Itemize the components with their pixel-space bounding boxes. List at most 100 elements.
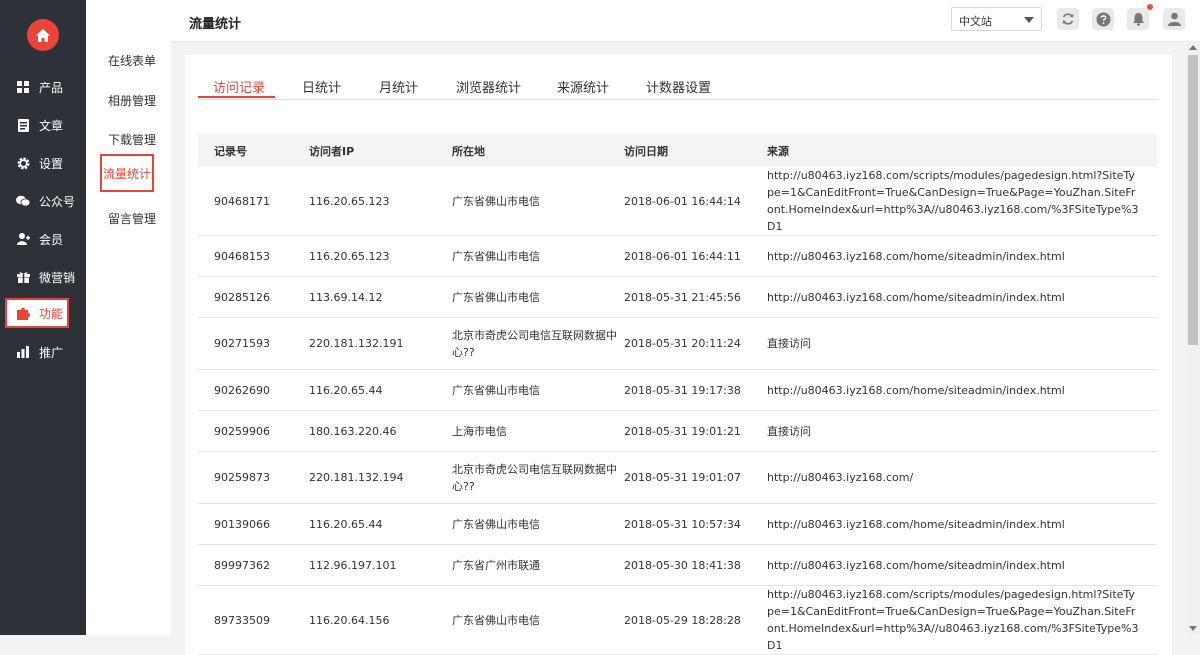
submenu-item-album[interactable]: 相册管理 [108, 92, 156, 109]
location-cell: 北京市奇虎公司电信互联网数据中心?? [452, 451, 624, 504]
visitor-ip-cell: 113.69.14.12 [309, 276, 452, 318]
document-icon [16, 118, 30, 132]
member-icon [16, 232, 30, 246]
sub-menu: 在线表单 相册管理 下载管理 流量统计 留言管理 [86, 0, 172, 635]
help-button[interactable] [1092, 8, 1114, 30]
table-row: 90271593 220.181.132.191 北京市奇虎公司电信互联网数据中… [198, 317, 1157, 370]
gift-icon [16, 270, 30, 284]
visitor-ip-cell: 116.20.65.44 [309, 369, 452, 411]
source-cell: http://u80463.iyz168.com/ [767, 451, 1157, 504]
visitor-ip-cell: 116.20.65.123 [309, 235, 452, 277]
record-id-cell: 90468171 [198, 167, 309, 236]
table-row: 90139066 116.20.65.44 广东省佛山市电信 2018-05-3… [198, 503, 1157, 545]
nav-item-label: 微营销 [39, 270, 76, 285]
tab-daily-stats[interactable]: 日统计 [302, 77, 341, 96]
tab-counter-settings[interactable]: 计数器设置 [646, 77, 711, 96]
home-button[interactable] [27, 19, 59, 51]
visit-date-cell: 2018-05-30 18:41:38 [624, 544, 767, 586]
table-row: 90259906 180.163.220.46 上海市电信 2018-05-31… [198, 410, 1157, 452]
gear-icon [16, 156, 30, 170]
visit-date-cell: 2018-06-01 16:44:11 [624, 235, 767, 277]
table-row: 89997362 112.96.197.101 广东省广州市联通 2018-05… [198, 544, 1157, 586]
tab-browser-stats[interactable]: 浏览器统计 [456, 77, 521, 96]
nav-item-label: 会员 [39, 232, 64, 247]
notification-badge [1147, 4, 1153, 10]
source-cell: http://u80463.iyz168.com/home/siteadmin/… [767, 503, 1157, 545]
scroll-up-arrow-icon[interactable] [1189, 45, 1197, 50]
record-id-cell: 89997362 [198, 544, 309, 586]
notification-button[interactable] [1127, 8, 1149, 30]
nav-item-marketing[interactable]: 微营销 [0, 258, 86, 296]
location-cell: 上海市电信 [452, 410, 624, 452]
visit-date-cell: 2018-05-31 21:45:56 [624, 276, 767, 318]
user-icon [1167, 12, 1181, 26]
record-id-cell: 90262690 [198, 369, 309, 411]
bar-chart-icon [16, 345, 30, 359]
language-select[interactable]: 中文站 [951, 7, 1042, 31]
record-id-cell: 90271593 [198, 317, 309, 370]
submenu-item-online-form[interactable]: 在线表单 [108, 52, 156, 69]
location-cell: 广东省佛山市电信 [452, 276, 624, 318]
nav-item-article[interactable]: 文章 [0, 106, 86, 144]
source-cell: http://u80463.iyz168.com/home/siteadmin/… [767, 544, 1157, 586]
visitor-ip-cell: 180.163.220.46 [309, 410, 452, 452]
source-cell: http://u80463.iyz168.com/scripts/modules… [767, 167, 1157, 236]
source-cell: 直接访问 [767, 317, 1157, 370]
table-row: 90285126 113.69.14.12 广东省佛山市电信 2018-05-3… [198, 276, 1157, 318]
visit-date-cell: 2018-05-31 19:01:07 [624, 451, 767, 504]
content-panel: 访问记录 日统计 月统计 浏览器统计 来源统计 计数器设置 记录号 访问者IP … [185, 55, 1172, 655]
submenu-item-traffic-stats[interactable]: 流量统计 [100, 154, 154, 192]
source-cell: 直接访问 [767, 410, 1157, 452]
visit-date-cell: 2018-05-31 19:17:38 [624, 369, 767, 411]
record-id-cell: 90285126 [198, 276, 309, 318]
nav-item-promotion[interactable]: 推广 [0, 333, 86, 371]
chevron-down-icon [1024, 17, 1034, 23]
language-select-value: 中文站 [959, 15, 992, 28]
tab-visit-records[interactable]: 访问记录 [213, 77, 265, 96]
column-header-record-id: 记录号 [198, 134, 309, 167]
visitor-ip-cell: 112.96.197.101 [309, 544, 452, 586]
location-cell: 广东省佛山市电信 [452, 235, 624, 277]
submenu-item-download[interactable]: 下载管理 [108, 131, 156, 148]
nav-item-label: 功能 [39, 306, 64, 321]
nav-item-label: 设置 [39, 156, 64, 171]
location-cell: 广东省佛山市电信 [452, 167, 624, 236]
nav-item-label: 产品 [39, 80, 64, 95]
scroll-down-arrow-icon[interactable] [1189, 626, 1197, 631]
column-header-visit-date: 访问日期 [624, 134, 767, 167]
column-header-source: 来源 [767, 134, 1157, 167]
home-icon [36, 28, 50, 42]
help-icon [1096, 12, 1110, 26]
visitor-ip-cell: 116.20.64.156 [309, 585, 452, 655]
visit-date-cell: 2018-05-29 18:28:28 [624, 585, 767, 655]
table-row: 89733509 116.20.64.156 广东省佛山市电信 2018-05-… [198, 585, 1157, 655]
nav-item-member[interactable]: 会员 [0, 220, 86, 258]
visit-date-cell: 2018-05-31 20:11:24 [624, 317, 767, 370]
vertical-scrollbar[interactable] [1186, 41, 1200, 635]
nav-item-function[interactable]: 功能 [5, 298, 69, 328]
tab-source-stats[interactable]: 来源统计 [557, 77, 609, 96]
tab-monthly-stats[interactable]: 月统计 [379, 77, 418, 96]
page-title: 流量统计 [189, 17, 242, 32]
source-cell: http://u80463.iyz168.com/home/siteadmin/… [767, 276, 1157, 318]
table-row: 90259873 220.181.132.194 北京市奇虎公司电信互联网数据中… [198, 451, 1157, 504]
user-account-button[interactable] [1163, 8, 1185, 30]
source-cell: http://u80463.iyz168.com/home/siteadmin/… [767, 235, 1157, 277]
nav-item-product[interactable]: 产品 [0, 68, 86, 106]
record-id-cell: 90259906 [198, 410, 309, 452]
refresh-button[interactable] [1057, 8, 1079, 30]
puzzle-icon [16, 306, 30, 320]
nav-item-label: 公众号 [39, 194, 76, 209]
active-tab-indicator [198, 96, 275, 98]
submenu-item-messages[interactable]: 留言管理 [108, 210, 156, 227]
visitor-ip-cell: 116.20.65.44 [309, 503, 452, 545]
visit-date-cell: 2018-05-31 10:57:34 [624, 503, 767, 545]
nav-item-wechat[interactable]: 公众号 [0, 182, 86, 220]
record-id-cell: 89733509 [198, 585, 309, 655]
scrollbar-thumb[interactable] [1188, 55, 1198, 345]
grid-icon [16, 80, 30, 94]
refresh-icon [1062, 13, 1074, 25]
column-header-visitor-ip: 访问者IP [309, 134, 452, 167]
nav-item-settings[interactable]: 设置 [0, 144, 86, 182]
source-cell: http://u80463.iyz168.com/scripts/modules… [767, 585, 1157, 655]
